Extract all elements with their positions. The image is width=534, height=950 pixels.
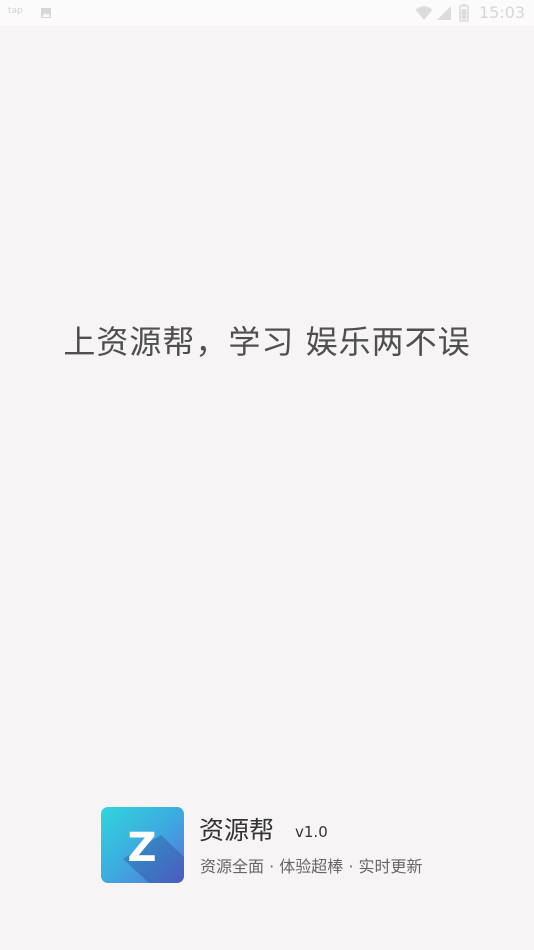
app-name: 资源帮	[199, 816, 275, 845]
logo-letter: Z	[127, 825, 156, 871]
status-time: 15:03	[479, 3, 526, 22]
app-logo: Z	[101, 807, 184, 883]
battery-icon	[459, 4, 469, 22]
app-tagline: 资源全面 · 体验超棒 · 实时更新	[200, 857, 423, 876]
status-bar: tap 15:03	[0, 0, 534, 26]
wifi-icon	[415, 6, 433, 20]
status-left-text: tap	[8, 6, 23, 16]
app-version: v1.0	[295, 823, 328, 841]
image-icon	[41, 8, 51, 18]
signal-icon	[437, 6, 451, 20]
splash-slogan: 上资源帮，学习 娱乐两不误	[63, 323, 471, 361]
